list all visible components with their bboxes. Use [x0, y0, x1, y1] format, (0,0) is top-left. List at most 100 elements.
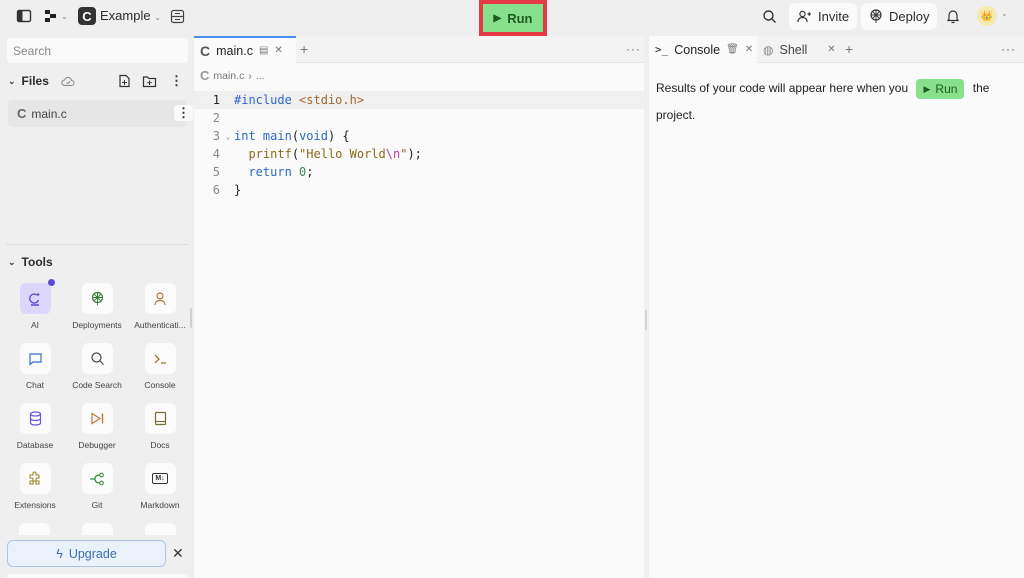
book-icon	[144, 403, 176, 434]
new-folder-icon[interactable]	[142, 75, 157, 88]
deploy-icon	[870, 9, 882, 23]
editor-tab-bar: C main.c ▤ ✕ + ···	[194, 36, 644, 63]
more-options-icon[interactable]: ···	[1001, 42, 1016, 56]
database-layout-icon[interactable]	[170, 9, 185, 24]
tool-label: Markdown	[140, 500, 180, 510]
tool-ai[interactable]: AI	[4, 279, 66, 330]
breadcrumb-symbol[interactable]: ...	[256, 70, 265, 82]
play-icon: ▶	[493, 12, 502, 24]
sidebar-footer	[7, 574, 188, 578]
c-file-icon: C	[17, 106, 27, 121]
preview-icon[interactable]: ▤	[259, 45, 268, 56]
search-icon[interactable]	[762, 9, 777, 24]
sidebar: Search ⌄ Files ⋮ C main.c ⋮ ⌄ Tools AI D…	[0, 36, 193, 578]
tab-label: Console	[674, 42, 721, 57]
repl-name-button[interactable]: Example ⌄	[100, 8, 161, 23]
database-icon	[19, 403, 51, 434]
breadcrumb-file[interactable]: main.c	[213, 70, 244, 82]
invite-label: Invite	[818, 9, 850, 24]
code-line: 1 #include <stdio.h>	[194, 91, 644, 109]
tool-partial[interactable]	[82, 523, 113, 535]
add-user-icon	[797, 10, 811, 23]
search-input[interactable]: Search	[7, 38, 188, 63]
trash-icon[interactable]: 🗑	[726, 44, 739, 55]
tools-section-header[interactable]: ⌄ Tools	[8, 255, 53, 269]
tool-git[interactable]: Git	[66, 463, 128, 510]
tab-label: Shell	[779, 42, 808, 57]
new-tab-icon[interactable]: +	[300, 41, 308, 57]
pane-resize-handle[interactable]	[645, 310, 647, 330]
tool-database[interactable]: Database	[4, 403, 66, 450]
tool-label: Code Search	[72, 380, 122, 390]
ai-icon	[19, 279, 55, 314]
tool-label: Extensions	[14, 500, 56, 510]
puzzle-icon	[19, 463, 51, 494]
tab-label: main.c	[216, 43, 253, 58]
shell-icon: ◍	[763, 42, 774, 57]
tools-header: Tools	[21, 255, 53, 269]
tool-label: Debugger	[78, 440, 116, 450]
tool-docs[interactable]: Docs	[129, 403, 191, 450]
debugger-icon	[81, 403, 113, 434]
code-line: 2	[212, 111, 220, 125]
more-options-icon[interactable]: ···	[626, 42, 641, 56]
tool-partial[interactable]	[19, 523, 50, 535]
inline-run-button[interactable]: ▶ Run	[916, 79, 965, 99]
close-icon[interactable]: ✕	[274, 45, 282, 56]
terminal-icon: >_	[655, 43, 669, 56]
tool-label: Deployments	[72, 320, 122, 330]
deploy-button[interactable]: Deploy	[861, 3, 938, 30]
new-tab-icon[interactable]: +	[845, 41, 853, 57]
user-icon	[144, 283, 176, 314]
close-icon[interactable]: ✕	[172, 545, 184, 562]
new-file-icon[interactable]	[118, 74, 131, 88]
tool-label: Docs	[150, 440, 170, 450]
file-more-icon[interactable]: ⋮	[174, 105, 193, 121]
tool-debugger[interactable]: Debugger	[66, 403, 128, 450]
tool-markdown[interactable]: M↓ Markdown	[129, 463, 191, 510]
file-item-main-c[interactable]: C main.c	[8, 100, 186, 127]
replit-logo-icon	[45, 10, 56, 22]
close-icon[interactable]: ✕	[827, 44, 835, 55]
files-section-header[interactable]: ⌄ Files	[8, 74, 75, 88]
code-editor[interactable]: 1 #include <stdio.h> 2 3 ⌄ int main(void) {…	[194, 91, 644, 199]
tool-deployments[interactable]: Deployments	[66, 283, 128, 330]
chevron-down-icon: ⌄	[154, 13, 161, 22]
code-line: 5 return 0;	[212, 165, 314, 179]
notifications-bell-icon[interactable]	[946, 8, 960, 24]
sidebar-resize-handle[interactable]	[190, 308, 192, 328]
chevron-down-icon[interactable]: ⌄	[1001, 9, 1008, 18]
search-icon	[81, 343, 113, 374]
tab-console[interactable]: >_ Console 🗑 ✕	[649, 36, 757, 63]
chat-icon	[19, 343, 51, 374]
tool-label: Authenticati...	[134, 320, 186, 330]
tool-code-search[interactable]: Code Search	[66, 343, 128, 390]
run-button[interactable]: ▶ Run	[483, 4, 543, 32]
c-language-icon: C	[78, 7, 96, 25]
invite-button[interactable]: Invite	[789, 3, 858, 30]
chevron-down-icon: ⌄	[8, 75, 16, 86]
tool-extensions[interactable]: Extensions	[4, 463, 66, 510]
toggle-sidebar-icon[interactable]	[16, 8, 32, 24]
avatar[interactable]: 👑	[977, 6, 997, 26]
search-placeholder: Search	[13, 44, 52, 58]
tool-console[interactable]: Console	[129, 343, 191, 390]
tool-partial[interactable]	[145, 523, 176, 535]
tab-shell[interactable]: ◍ Shell ✕	[757, 36, 841, 63]
tool-chat[interactable]: Chat	[4, 343, 66, 390]
files-header: Files	[21, 74, 49, 88]
tool-authentication[interactable]: Authenticati...	[129, 283, 191, 330]
fold-chevron-icon[interactable]: ⌄	[222, 132, 234, 141]
notification-dot	[47, 279, 55, 286]
editor-pane: C main.c ▤ ✕ + ··· C main.c › ... 1 #incl…	[194, 36, 644, 578]
git-icon	[81, 463, 113, 494]
tool-label: Git	[91, 500, 103, 510]
replit-menu-button[interactable]: ⌄	[44, 9, 68, 23]
code-line: 3 ⌄ int main(void) {	[212, 129, 350, 143]
close-icon[interactable]: ✕	[745, 44, 753, 55]
upgrade-button[interactable]: ϟ Upgrade	[7, 540, 166, 567]
terminal-icon	[144, 343, 176, 374]
files-more-icon[interactable]: ⋮	[170, 73, 183, 89]
tool-label: Chat	[26, 380, 44, 390]
tab-main-c[interactable]: C main.c ▤ ✕	[194, 36, 296, 63]
